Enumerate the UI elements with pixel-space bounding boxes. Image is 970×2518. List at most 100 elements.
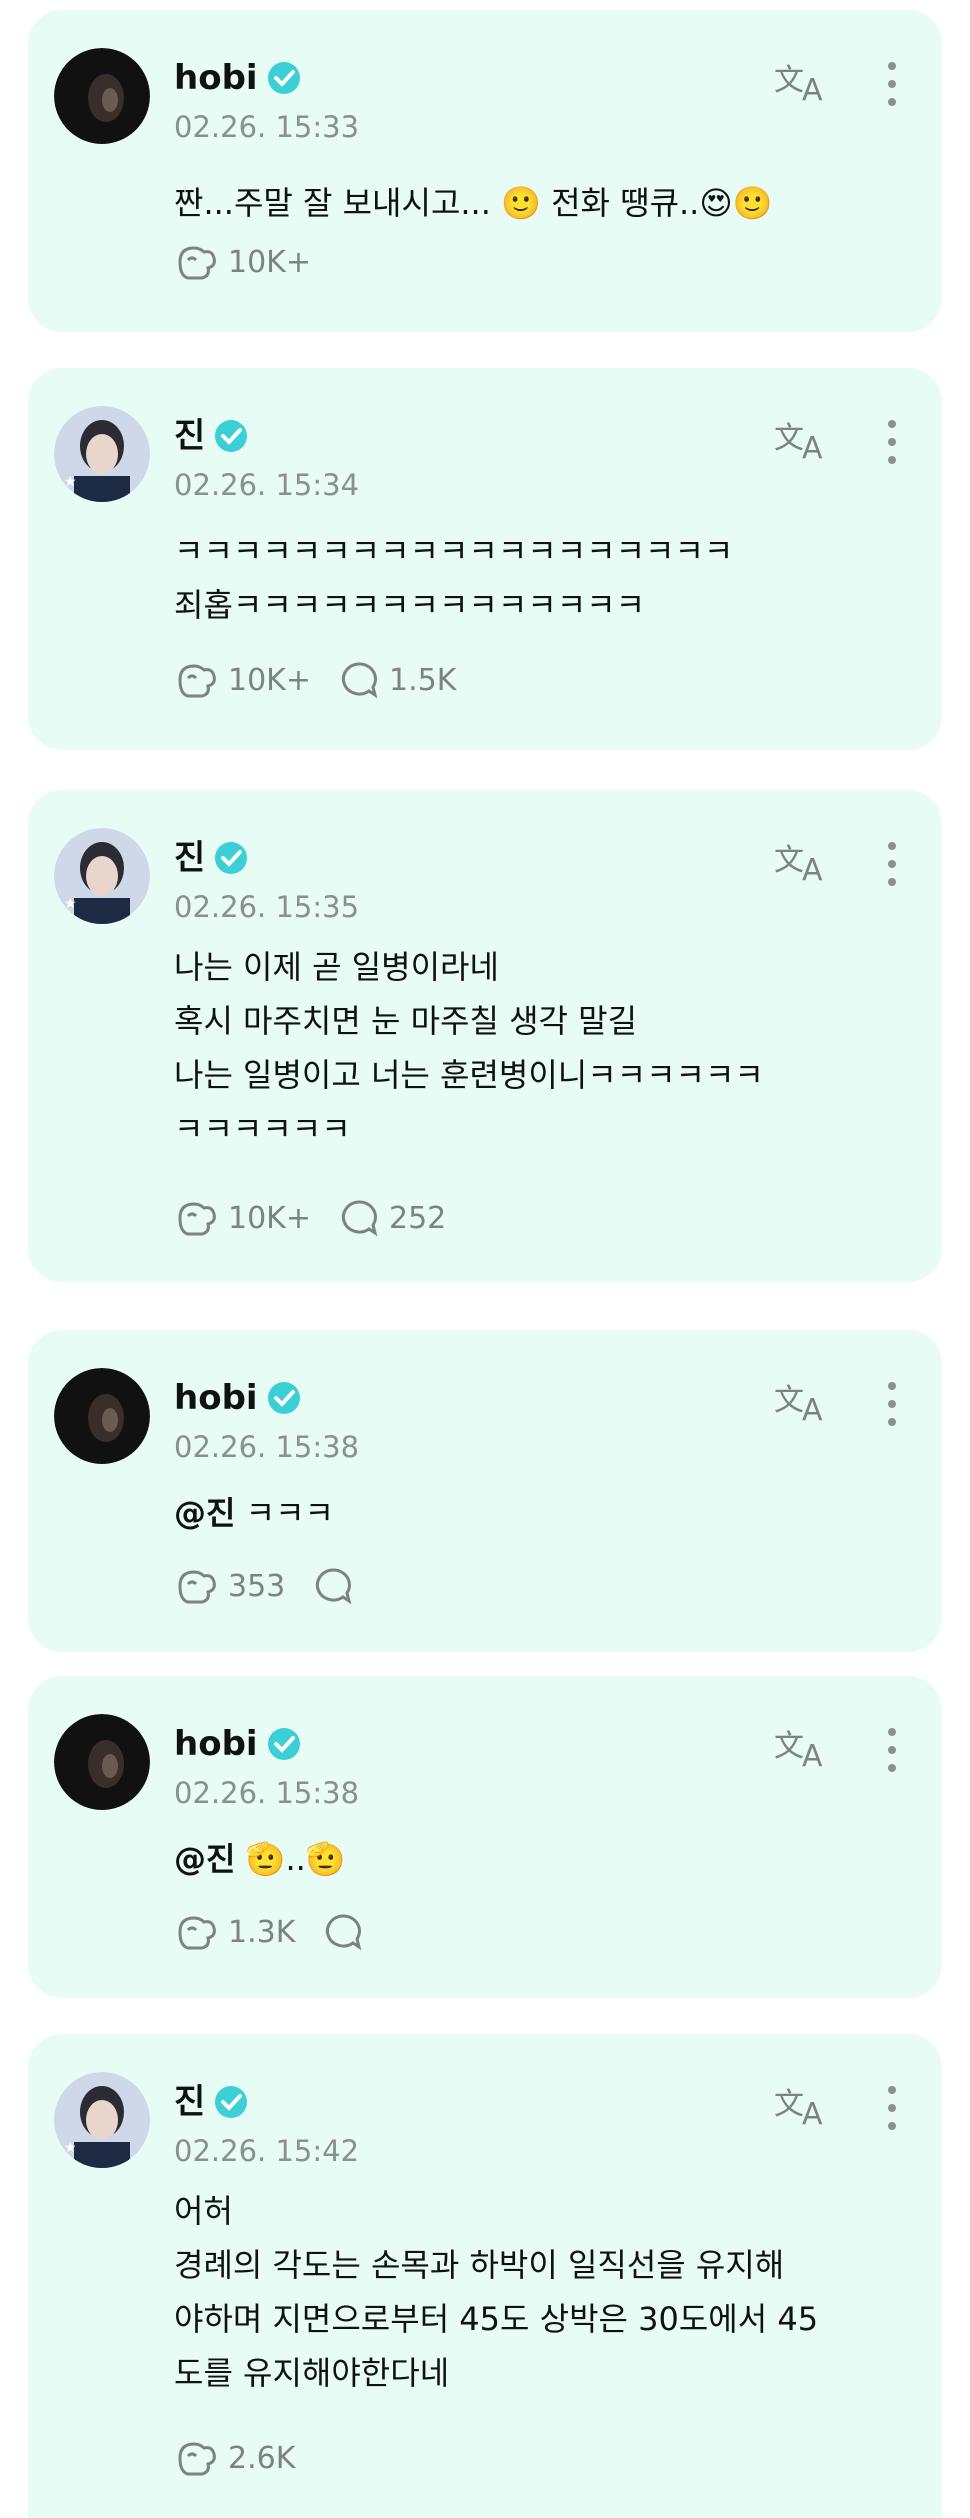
avatar-hobi[interactable]: [54, 1368, 150, 1464]
comment-count: 252: [388, 1200, 447, 1236]
avatar-hobi[interactable]: [54, 48, 150, 144]
avatar-jin[interactable]: ★: [54, 828, 150, 924]
svg-text:A: A: [802, 2097, 823, 2128]
svg-text:文: 文: [774, 63, 804, 98]
comment-icon: [341, 1200, 378, 1237]
author-label: hobi: [174, 58, 258, 98]
author-label: 진: [174, 838, 206, 878]
comment-stat[interactable]: 1.5K: [339, 660, 456, 700]
comment-count: 1.5K: [388, 662, 457, 698]
post-timestamp: 02.26. 15:33: [174, 110, 360, 144]
post-text-content: ㅋㅋㅋ: [235, 1494, 334, 1532]
svg-text:A: A: [802, 73, 823, 104]
like-stat[interactable]: 10K+: [174, 660, 311, 700]
avatar-jin[interactable]: ★: [54, 406, 150, 502]
translate-icon[interactable]: 文A: [774, 840, 830, 884]
comment-stat[interactable]: 252: [339, 1198, 446, 1238]
translate-icon[interactable]: 文A: [774, 2084, 830, 2128]
post-text: @진 ㅋㅋㅋ: [174, 1486, 902, 1540]
avatar-hobi[interactable]: [54, 1714, 150, 1810]
post-text: @진 🫡..🫡: [174, 1832, 902, 1886]
more-options-icon[interactable]: [882, 1380, 902, 1428]
author-name[interactable]: 진: [174, 416, 249, 456]
post-text-content: 🫡..🫡: [235, 1840, 346, 1878]
cheer-icon: [178, 2442, 216, 2476]
svg-text:文: 文: [774, 421, 804, 456]
svg-text:A: A: [802, 1393, 823, 1424]
translate-icon[interactable]: 文A: [774, 418, 830, 462]
post-timestamp: 02.26. 15:38: [174, 1430, 360, 1464]
post-card[interactable]: ★ 진 02.26. 15:34 文A ㅋㅋㅋㅋㅋㅋㅋㅋㅋㅋㅋㅋㅋㅋㅋㅋㅋㅋㅋ …: [28, 368, 942, 750]
like-count: 10K+: [228, 1200, 311, 1236]
svg-text:★: ★: [64, 896, 77, 912]
post-timestamp: 02.26. 15:42: [174, 2134, 360, 2168]
author-name[interactable]: 진: [174, 838, 249, 878]
svg-text:文: 文: [774, 1729, 804, 1764]
more-options-icon[interactable]: [882, 2084, 902, 2132]
post-card[interactable]: hobi 02.26. 15:33 文A 짠...주말 잘 보내시고... 🙂 …: [28, 10, 942, 332]
like-count: 1.3K: [228, 1914, 296, 1950]
translate-icon[interactable]: 文A: [774, 60, 830, 104]
comment-stat[interactable]: [313, 1566, 353, 1606]
like-count: 2.6K: [228, 2440, 296, 2476]
author-name[interactable]: hobi: [174, 1378, 302, 1418]
like-count: 10K+: [228, 244, 311, 280]
verified-badge-icon: [267, 1382, 300, 1414]
avatar-jin[interactable]: ★: [54, 2072, 150, 2168]
more-options-icon[interactable]: [882, 60, 902, 108]
svg-text:文: 文: [774, 843, 804, 878]
svg-text:★: ★: [64, 2140, 77, 2156]
cheer-icon: [178, 1570, 216, 1604]
cheer-icon: [178, 664, 216, 698]
more-options-icon[interactable]: [882, 418, 902, 466]
post-card[interactable]: ★ 진 02.26. 15:42 文A 어허 경례의 각도는 손목과 하박이 일…: [28, 2034, 942, 2518]
cheer-icon: [178, 1916, 216, 1950]
post-timestamp: 02.26. 15:34: [174, 468, 360, 502]
verified-badge-icon: [215, 2086, 248, 2118]
author-label: 진: [174, 2082, 206, 2122]
verified-badge-icon: [267, 62, 300, 94]
author-label: 진: [174, 416, 206, 456]
post-text: 어허 경례의 각도는 손목과 하박이 일직선을 유지해 야하며 지면으로부터 4…: [174, 2192, 819, 2392]
author-name[interactable]: 진: [174, 2082, 249, 2122]
cheer-icon: [178, 1202, 216, 1236]
comment-icon: [341, 662, 378, 699]
post-card[interactable]: ★ 진 02.26. 15:35 文A 나는 이제 곧 일병이라네 혹시 마주치…: [28, 790, 942, 1282]
svg-text:A: A: [802, 853, 823, 884]
like-stat[interactable]: 2.6K: [174, 2438, 295, 2478]
post-text: 나는 이제 곧 일병이라네 혹시 마주치면 눈 마주칠 생각 말길 나는 일병이…: [174, 948, 764, 1148]
comment-icon: [316, 1568, 352, 1605]
like-stat[interactable]: 1.3K: [174, 1912, 295, 1952]
more-options-icon[interactable]: [882, 840, 902, 888]
post-card[interactable]: hobi 02.26. 15:38 文A @진 ㅋㅋㅋ 353: [28, 1330, 942, 1652]
translate-icon[interactable]: 文A: [774, 1726, 830, 1770]
like-stat[interactable]: 353: [174, 1566, 285, 1606]
svg-text:A: A: [802, 1739, 823, 1770]
cheer-icon: [178, 246, 216, 280]
verified-badge-icon: [267, 1728, 300, 1760]
svg-text:文: 文: [774, 1383, 804, 1418]
comment-icon: [326, 1914, 362, 1951]
verified-badge-icon: [215, 842, 248, 874]
mention-link[interactable]: @진: [174, 1494, 235, 1532]
post-text: 짠...주말 잘 보내시고... 🙂 전화 땡큐..😍🙂: [174, 184, 773, 222]
like-count: 10K+: [228, 662, 311, 698]
post-timestamp: 02.26. 15:38: [174, 1776, 360, 1810]
post-timestamp: 02.26. 15:35: [174, 890, 360, 924]
author-name[interactable]: hobi: [174, 58, 302, 98]
svg-text:A: A: [802, 431, 823, 462]
comment-stat[interactable]: [323, 1912, 363, 1952]
author-label: hobi: [174, 1724, 258, 1764]
verified-badge-icon: [215, 420, 248, 452]
post-card[interactable]: hobi 02.26. 15:38 文A @진 🫡..🫡 1.3K: [28, 1676, 942, 1998]
mention-link[interactable]: @진: [174, 1840, 235, 1878]
author-label: hobi: [174, 1378, 258, 1418]
like-stat[interactable]: 10K+: [174, 1198, 311, 1238]
post-text: ㅋㅋㅋㅋㅋㅋㅋㅋㅋㅋㅋㅋㅋㅋㅋㅋㅋㅋㅋ 죄홉ㅋㅋㅋㅋㅋㅋㅋㅋㅋㅋㅋㅋㅋㅋ: [174, 532, 734, 624]
translate-icon[interactable]: 文A: [774, 1380, 830, 1424]
more-options-icon[interactable]: [882, 1726, 902, 1774]
like-stat[interactable]: 10K+: [174, 242, 311, 282]
author-name[interactable]: hobi: [174, 1724, 302, 1764]
like-count: 353: [228, 1568, 286, 1604]
svg-text:文: 文: [774, 2087, 804, 2122]
